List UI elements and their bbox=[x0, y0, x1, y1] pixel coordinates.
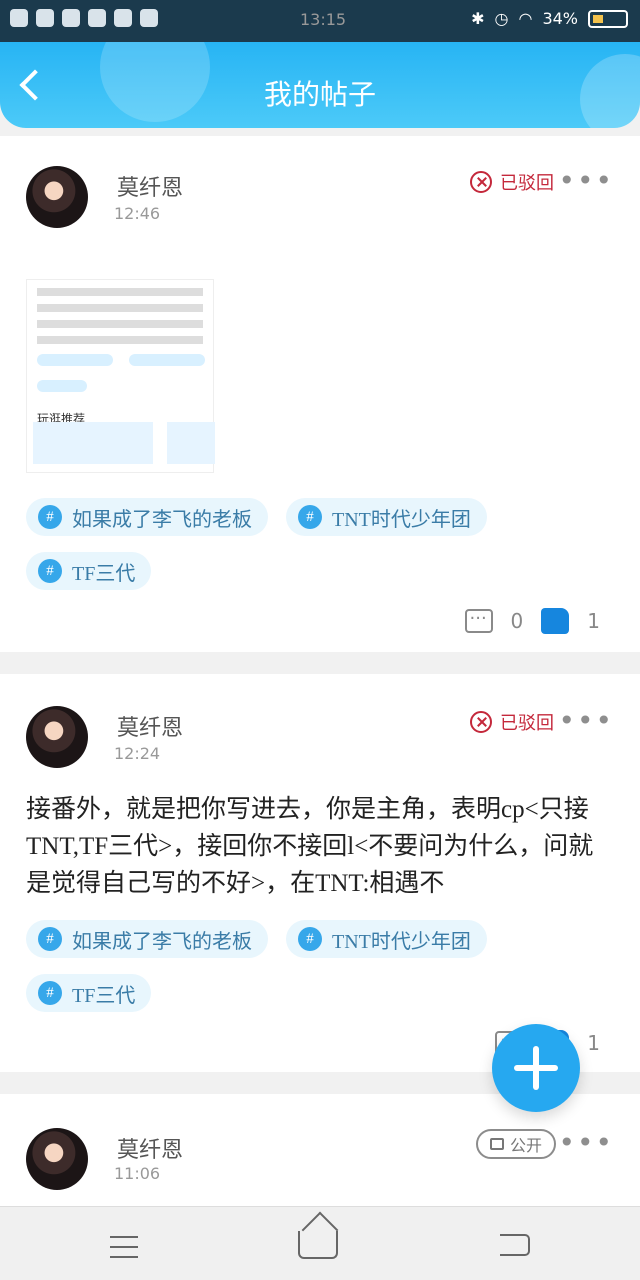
visibility-text: 公开 bbox=[509, 1136, 542, 1155]
post-time: 12:24 bbox=[114, 744, 161, 763]
page-title: 我的帖子 bbox=[263, 80, 376, 111]
more-icon[interactable]: ••• bbox=[558, 1126, 614, 1159]
weibo-icon bbox=[88, 9, 106, 27]
topic-tag[interactable]: # TF三代 bbox=[26, 552, 152, 590]
status-badge: 已驳回 bbox=[470, 169, 554, 195]
comment-icon[interactable] bbox=[464, 603, 493, 633]
visibility-badge[interactable]: 公开 bbox=[475, 1129, 556, 1159]
battery-icon bbox=[588, 9, 628, 28]
qq-icon bbox=[36, 9, 54, 27]
topic-tag[interactable]: # 如果成了李飞的老板 bbox=[26, 920, 268, 958]
avatar[interactable] bbox=[26, 166, 88, 228]
topic-tag[interactable]: # TNT时代少年团 bbox=[286, 920, 487, 958]
thumbnail-card bbox=[33, 422, 153, 464]
topic-tag[interactable]: # 如果成了李飞的老板 bbox=[26, 498, 268, 536]
alarm-icon: ◷ bbox=[494, 9, 509, 28]
lock-icon bbox=[489, 1138, 504, 1150]
like-icon[interactable] bbox=[541, 608, 570, 634]
post-card[interactable]: 莫纤恩 12:46 已驳回 ••• 玩逛推荐 # 如果成了李飞的老板 # TNT时代… bbox=[0, 136, 640, 652]
hash-icon: # bbox=[38, 559, 62, 583]
hash-icon: # bbox=[298, 927, 322, 951]
status-text: 已驳回 bbox=[500, 713, 554, 734]
notification-icons bbox=[10, 9, 158, 27]
more-icon[interactable]: ••• bbox=[558, 704, 614, 737]
add-post-button[interactable] bbox=[492, 1024, 580, 1112]
back-nav-icon[interactable] bbox=[500, 1234, 530, 1256]
like-count: 1 bbox=[587, 1031, 600, 1055]
android-navigation-bar bbox=[0, 1206, 640, 1280]
system-icons: ✱ ◷ ◠ 34% bbox=[471, 9, 628, 28]
post-time: 11:06 bbox=[114, 1164, 161, 1183]
home-icon[interactable] bbox=[298, 1231, 338, 1259]
app-header: 我的帖子 bbox=[0, 42, 640, 128]
like-count: 1 bbox=[587, 609, 600, 633]
author-name[interactable]: 莫纤恩 bbox=[117, 170, 183, 202]
menu-icon[interactable] bbox=[110, 1236, 138, 1258]
author-name[interactable]: 莫纤恩 bbox=[117, 1132, 183, 1164]
hash-icon: # bbox=[38, 927, 62, 951]
hash-icon: # bbox=[38, 505, 62, 529]
wifi-icon: ◠ bbox=[518, 9, 533, 28]
hash-icon: # bbox=[298, 505, 322, 529]
hash-icon: # bbox=[38, 981, 62, 1005]
post-time: 12:46 bbox=[114, 204, 161, 223]
weibo-icon bbox=[114, 9, 132, 27]
status-text: 已驳回 bbox=[500, 173, 554, 194]
status-badge: 已驳回 bbox=[470, 709, 554, 735]
reject-icon bbox=[470, 711, 492, 733]
reject-icon bbox=[470, 171, 492, 193]
app-x-icon bbox=[10, 9, 28, 27]
status-bar: 13:15 ✱ ◷ ◠ 34% bbox=[0, 0, 640, 42]
status-time: 13:15 bbox=[300, 10, 347, 29]
tag-list: # 如果成了李飞的老板 # TNT时代少年团 # TF三代 bbox=[26, 920, 586, 1012]
flash-icon bbox=[140, 9, 158, 27]
wechat-icon bbox=[62, 9, 80, 27]
author-name[interactable]: 莫纤恩 bbox=[117, 710, 183, 742]
topic-tag[interactable]: # TF三代 bbox=[26, 974, 152, 1012]
more-icon[interactable]: ••• bbox=[558, 164, 614, 197]
topic-tag[interactable]: # TNT时代少年团 bbox=[286, 498, 487, 536]
comment-count: 0 bbox=[510, 609, 524, 633]
post-text: 接番外，就是把你写进去，你是主角，表明cp<只接TNT,TF三代>，接回你不接回… bbox=[26, 796, 594, 897]
tag-list: # 如果成了李飞的老板 # TNT时代少年团 # TF三代 bbox=[26, 498, 586, 590]
thumbnail-card bbox=[167, 422, 215, 464]
avatar[interactable] bbox=[26, 706, 88, 768]
post-image-thumbnail[interactable]: 玩逛推荐 bbox=[26, 279, 215, 473]
avatar[interactable] bbox=[26, 1128, 88, 1190]
battery-percent: 34% bbox=[542, 9, 578, 28]
post-actions: 0 1 bbox=[464, 603, 600, 634]
bluetooth-icon: ✱ bbox=[471, 9, 485, 28]
